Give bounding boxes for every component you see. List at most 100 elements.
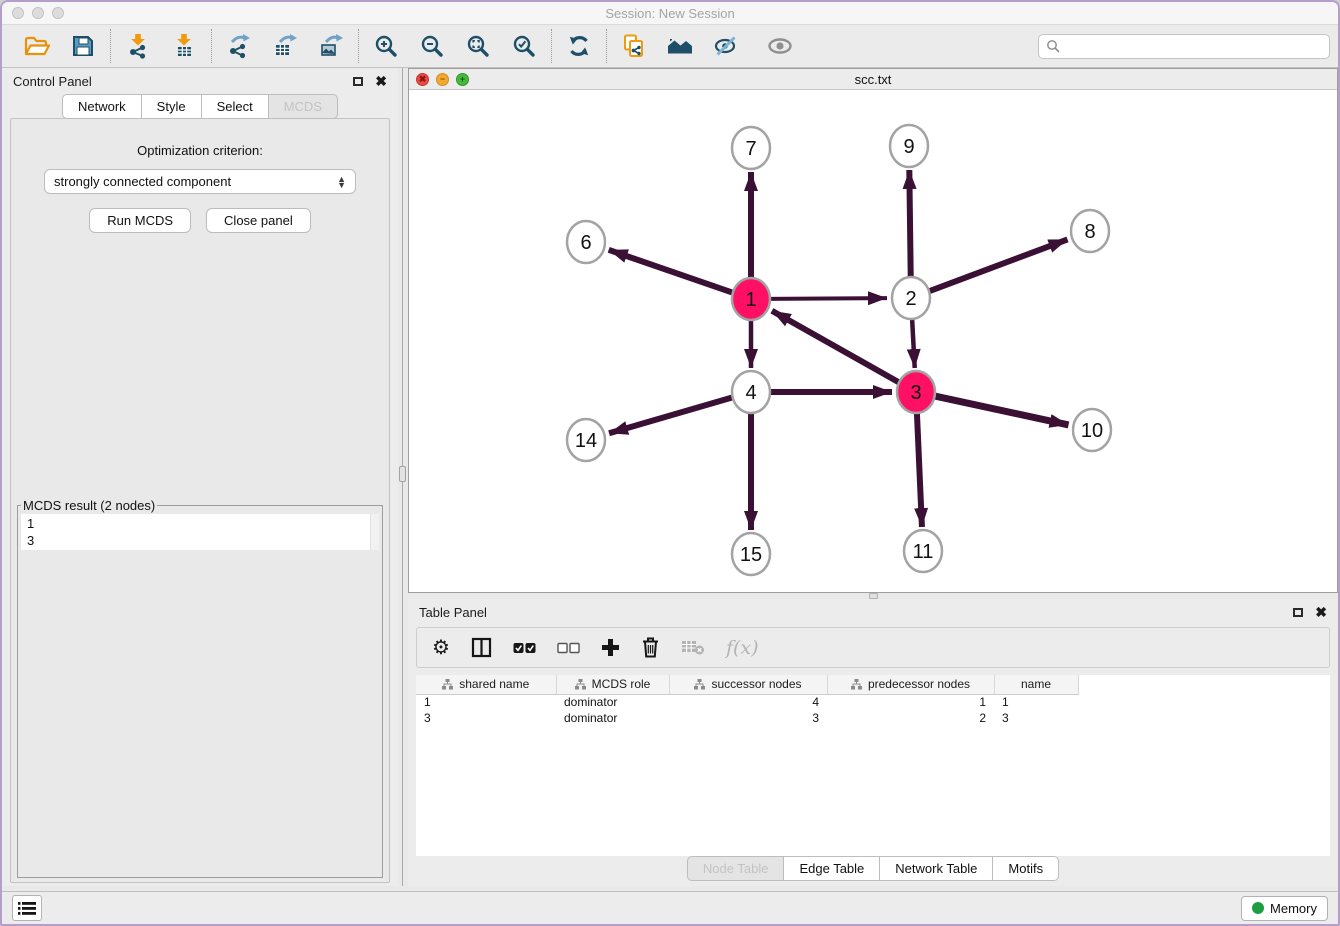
edge-2-3[interactable]: [912, 315, 915, 368]
hide-panels-icon[interactable]: [711, 31, 741, 61]
export-network-icon[interactable]: [224, 31, 254, 61]
node-9[interactable]: 9: [890, 125, 928, 167]
node-8[interactable]: 8: [1071, 210, 1109, 252]
criterion-select[interactable]: strongly connected component ▲▼: [44, 169, 356, 194]
tab-mcds[interactable]: MCDS: [269, 94, 338, 119]
float-panel-icon[interactable]: [353, 77, 363, 86]
table-cell[interactable]: 1: [994, 694, 1078, 710]
table-row[interactable]: 1dominator411: [416, 694, 1330, 710]
edge-2-9[interactable]: [909, 170, 910, 281]
import-network-icon[interactable]: [123, 31, 153, 61]
table-tab-node-table[interactable]: Node Table: [687, 856, 785, 881]
table-cell[interactable]: 3: [669, 710, 827, 726]
svg-text:11: 11: [913, 541, 934, 563]
network-maximize-icon[interactable]: +: [456, 73, 469, 86]
minimize-window-icon[interactable]: [32, 7, 44, 19]
search-input[interactable]: [1065, 38, 1322, 55]
node-3[interactable]: 3: [897, 371, 935, 413]
node-10[interactable]: 10: [1073, 409, 1111, 451]
column-header-predecessor-nodes[interactable]: predecessor nodes: [827, 675, 994, 694]
column-header-shared-name[interactable]: shared name: [416, 675, 556, 694]
table-cell[interactable]: 1: [416, 694, 556, 710]
network-close-icon[interactable]: ✖: [416, 73, 429, 86]
close-window-icon[interactable]: [12, 7, 24, 19]
node-2[interactable]: 2: [892, 277, 930, 319]
node-14[interactable]: 14: [567, 419, 605, 461]
show-graphics-details-icon[interactable]: [765, 31, 795, 61]
run-mcds-button[interactable]: Run MCDS: [89, 208, 191, 233]
node-6[interactable]: 6: [567, 221, 605, 263]
list-icon: [18, 901, 36, 916]
table-row[interactable]: 3dominator323: [416, 710, 1330, 726]
column-header-successor-nodes[interactable]: successor nodes: [669, 675, 827, 694]
table-cell[interactable]: 4: [669, 694, 827, 710]
zoom-selected-icon[interactable]: [509, 31, 539, 61]
table-float-panel-icon[interactable]: [1293, 608, 1303, 617]
node-4[interactable]: 4: [732, 371, 770, 413]
edge-4-14[interactable]: [609, 397, 735, 434]
edge-3-10[interactable]: [933, 396, 1069, 425]
node-1[interactable]: 1: [732, 278, 770, 320]
apply-layout-icon[interactable]: [564, 31, 594, 61]
table-cell[interactable]: 1: [827, 694, 994, 710]
edge-1-2[interactable]: [768, 298, 887, 299]
svg-text:1: 1: [745, 289, 756, 311]
table-tab-network-table[interactable]: Network Table: [880, 856, 993, 881]
node-11[interactable]: 11: [904, 530, 942, 572]
export-image-icon[interactable]: [316, 31, 346, 61]
close-panel-button[interactable]: Close panel: [206, 208, 311, 233]
select-all-columns-icon[interactable]: [513, 642, 536, 654]
deselect-all-columns-icon[interactable]: [557, 642, 580, 654]
table-options-gear-icon[interactable]: ⚙: [432, 638, 450, 658]
svg-text:2: 2: [905, 288, 916, 310]
result-scrollbar[interactable]: [370, 514, 379, 550]
import-table-icon[interactable]: [169, 31, 199, 61]
column-header-filler: [1078, 675, 1330, 694]
table-cell[interactable]: dominator: [556, 694, 669, 710]
network-canvas[interactable]: 1 2 3 4 6 7 8 9 10 11 14 15: [409, 90, 1337, 592]
delete-rows-icon[interactable]: [641, 637, 660, 658]
zoom-in-icon[interactable]: [371, 31, 401, 61]
tab-select[interactable]: Select: [202, 94, 269, 119]
table-close-panel-icon[interactable]: ✖: [1315, 607, 1327, 617]
svg-text:10: 10: [1081, 420, 1103, 442]
memory-label: Memory: [1270, 901, 1317, 916]
tab-style[interactable]: Style: [142, 94, 202, 119]
open-session-icon[interactable]: [22, 31, 52, 61]
zoom-fit-icon[interactable]: [463, 31, 493, 61]
network-minimize-icon[interactable]: −: [436, 73, 449, 86]
clone-network-icon[interactable]: [619, 31, 649, 61]
svg-text:14: 14: [575, 430, 597, 452]
column-header-name[interactable]: name: [994, 675, 1078, 694]
memory-button[interactable]: Memory: [1241, 896, 1328, 921]
tab-network[interactable]: Network: [62, 94, 142, 119]
home-icon[interactable]: [665, 31, 695, 61]
table-cell[interactable]: 2: [827, 710, 994, 726]
close-panel-icon[interactable]: ✖: [375, 76, 387, 86]
table-tab-motifs[interactable]: Motifs: [993, 856, 1059, 881]
maximize-window-icon[interactable]: [52, 7, 64, 19]
edge-3-11[interactable]: [917, 409, 922, 527]
edge-3-1[interactable]: [772, 311, 901, 384]
save-session-icon[interactable]: [68, 31, 98, 61]
add-row-icon[interactable]: [601, 638, 620, 657]
node-15[interactable]: 15: [732, 533, 770, 575]
column-header-MCDS-role[interactable]: MCDS role: [556, 675, 669, 694]
edge-1-6[interactable]: [609, 250, 735, 294]
result-item[interactable]: 3: [27, 532, 373, 549]
zoom-out-icon[interactable]: [417, 31, 447, 61]
export-table-icon[interactable]: [270, 31, 300, 61]
panel-splitter[interactable]: [398, 68, 408, 886]
network-window-titlebar: ✖ − + scc.txt: [409, 69, 1337, 90]
table-cell[interactable]: dominator: [556, 710, 669, 726]
node-7[interactable]: 7: [732, 127, 770, 169]
show-panels-list-button[interactable]: [12, 895, 42, 921]
panel-splitter-handle[interactable]: [399, 466, 406, 482]
table-cell[interactable]: 3: [416, 710, 556, 726]
edge-2-8[interactable]: [927, 239, 1068, 292]
result-item[interactable]: 1: [27, 515, 373, 532]
table-tab-edge-table[interactable]: Edge Table: [784, 856, 880, 881]
mcds-result-list[interactable]: 13: [21, 514, 379, 550]
show-column-panel-icon[interactable]: [471, 637, 492, 658]
table-cell[interactable]: 3: [994, 710, 1078, 726]
